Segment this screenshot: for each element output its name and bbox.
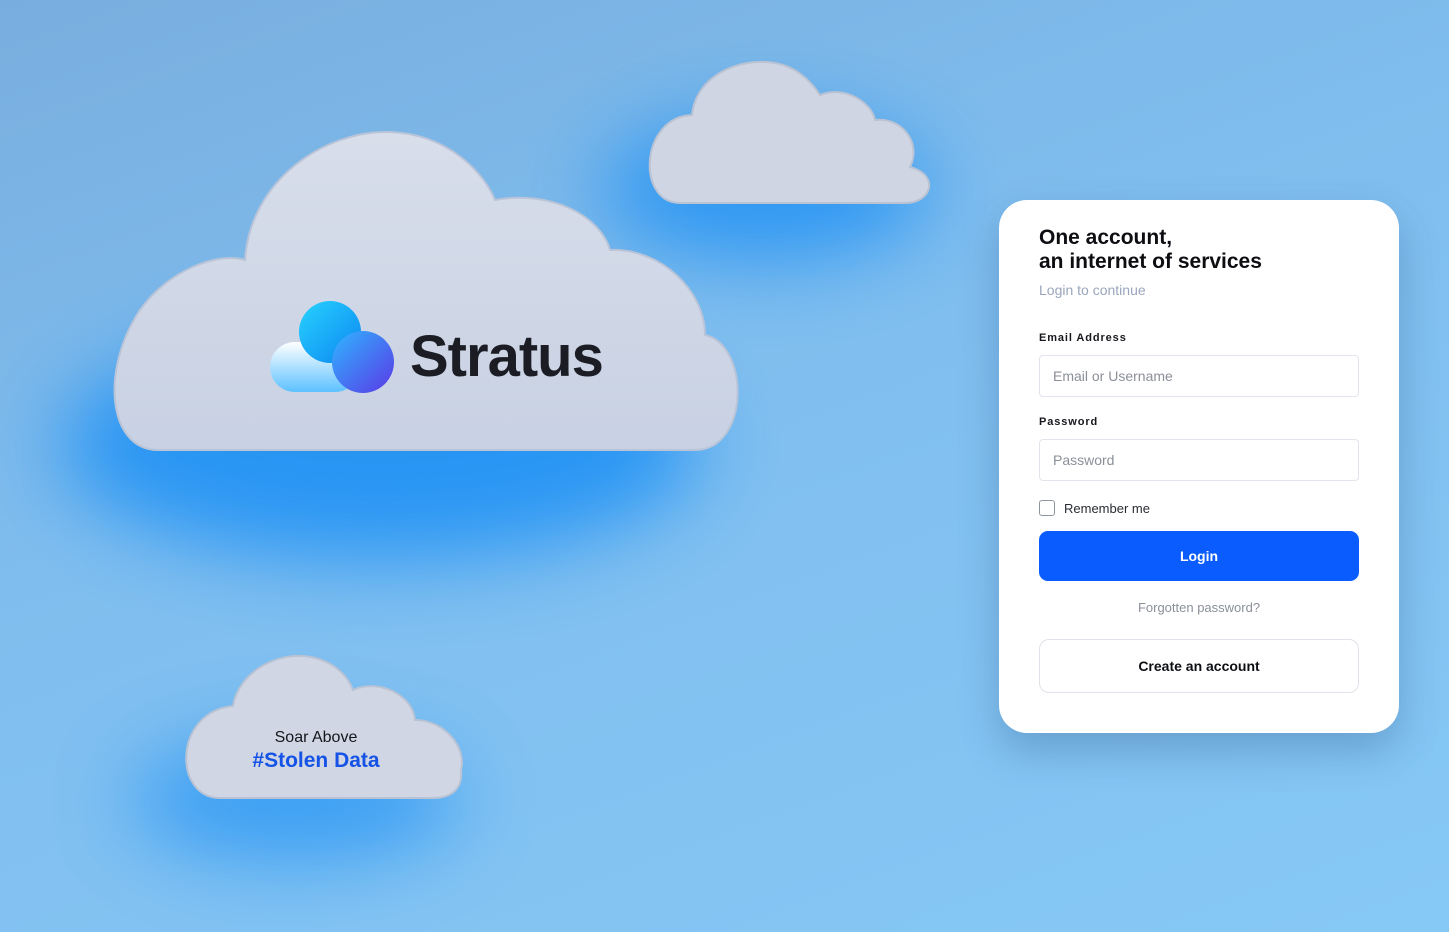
- forgot-password-link[interactable]: Forgotten password?: [1039, 600, 1359, 615]
- email-label: Email Address: [1039, 332, 1127, 344]
- password-field[interactable]: [1039, 439, 1359, 481]
- tagline-line2: #Stolen Data: [252, 749, 380, 772]
- card-title-line1: One account,: [1039, 226, 1173, 249]
- card-title-line2: an internet of services: [1039, 250, 1262, 273]
- stratus-logo-icon: [270, 301, 394, 393]
- tagline-line1: Soar Above: [274, 729, 358, 746]
- remember-checkbox[interactable]: [1039, 500, 1055, 516]
- brand-logo: Stratus: [268, 300, 608, 400]
- login-button[interactable]: Login: [1039, 531, 1359, 581]
- brand-name: Stratus: [410, 324, 604, 389]
- login-card: One account, an internet of services Log…: [999, 200, 1399, 733]
- cloud-top-right-icon: [648, 60, 930, 204]
- email-field[interactable]: [1039, 355, 1359, 397]
- remember-label: Remember me: [1064, 500, 1150, 516]
- tagline: Soar Above #Stolen Data: [236, 728, 396, 774]
- card-subtitle: Login to continue: [1039, 282, 1146, 298]
- card-title: One account, an internet of services: [1039, 226, 1379, 274]
- create-account-button[interactable]: Create an account: [1039, 639, 1359, 693]
- password-label: Password: [1039, 416, 1099, 428]
- remember-me[interactable]: Remember me: [1039, 500, 1150, 516]
